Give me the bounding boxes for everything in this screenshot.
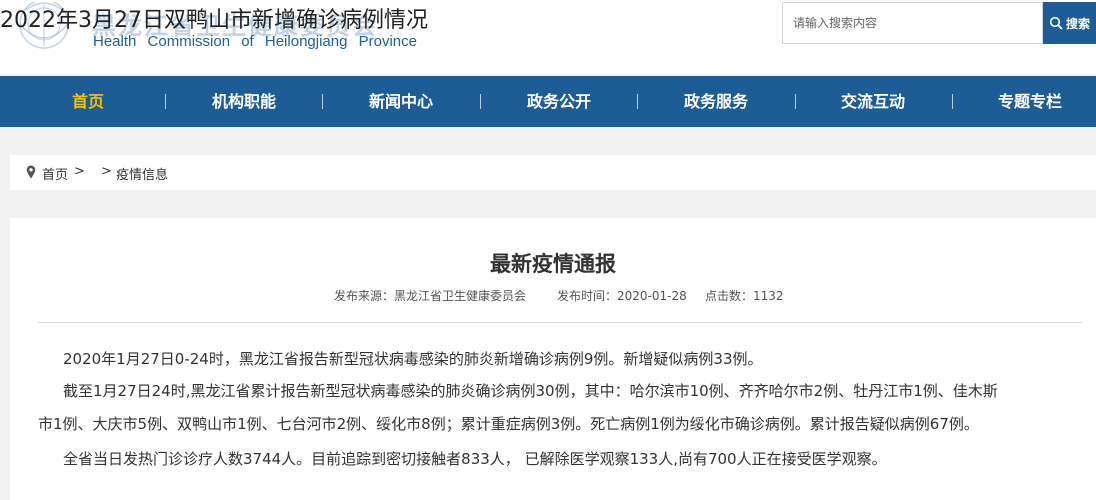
article-paragraph: 市1例、大庆市5例、双鸭山市1例、七台河市2例、绥化市8例；累计重症病例3例。死… bbox=[38, 415, 979, 433]
nav-item-interaction[interactable]: 交流互动 bbox=[841, 76, 905, 127]
article-source: 发布来源：黑龙江省卫生健康委员会 bbox=[334, 289, 527, 303]
breadcrumb-home[interactable]: 首页 bbox=[42, 164, 68, 183]
article-paragraph: 截至1月27日24时,黑龙江省累计报告新型冠状病毒感染的肺炎确诊病例30例，其中… bbox=[63, 382, 998, 400]
nav-item-home[interactable]: 首页 bbox=[72, 76, 104, 127]
nav-item-organization[interactable]: 机构职能 bbox=[212, 76, 276, 127]
article-title: 最新疫情通报 bbox=[490, 252, 616, 276]
location-pin-icon bbox=[26, 165, 36, 179]
search-button[interactable]: 搜索 bbox=[1043, 2, 1096, 44]
article-divider bbox=[38, 322, 1082, 323]
nav-separator bbox=[795, 94, 796, 109]
nav-item-news[interactable]: 新闻中心 bbox=[369, 76, 433, 127]
search-icon bbox=[1049, 16, 1063, 30]
article-click-count: 点击数：1132 bbox=[705, 289, 784, 303]
article-paragraph: 2020年1月27日0-24时，黑龙江省报告新型冠状病毒感染的肺炎新增确诊病例9… bbox=[63, 350, 763, 368]
breadcrumb-current[interactable]: 疫情信息 bbox=[116, 164, 168, 183]
logo-text-en: Health Commission of Heilongjiang Provin… bbox=[93, 33, 417, 50]
nav-item-services[interactable]: 政务服务 bbox=[684, 76, 748, 127]
overlay-title: 2022年3月27日双鸭山市新增确诊病例情况 bbox=[0, 8, 428, 33]
search-input[interactable] bbox=[782, 2, 1043, 44]
nav-separator bbox=[322, 94, 323, 109]
nav-separator bbox=[952, 94, 953, 109]
nav-item-topics[interactable]: 专题专栏 bbox=[998, 76, 1062, 127]
article: 最新疫情通报 发布来源：黑龙江省卫生健康委员会 发布时间：2020-01-28 … bbox=[10, 218, 1096, 500]
nav-separator bbox=[165, 94, 166, 109]
nav-item-public-affairs[interactable]: 政务公开 bbox=[527, 76, 591, 127]
breadcrumb: 首页 > > 疫情信息 bbox=[10, 155, 1096, 190]
breadcrumb-separator: > bbox=[101, 164, 112, 179]
breadcrumb-separator: > bbox=[74, 164, 85, 179]
article-publish-time: 发布时间：2020-01-28 bbox=[557, 289, 687, 303]
search-button-label: 搜索 bbox=[1065, 16, 1090, 31]
site-header: 黑龙江省卫生健康委员会 Health Commission of Heilong… bbox=[0, 0, 1096, 74]
nav-separator bbox=[480, 94, 481, 109]
main-nav: 首页 机构职能 新闻中心 政务公开 政务服务 交流互动 专题专栏 bbox=[0, 76, 1096, 127]
nav-separator bbox=[637, 94, 638, 109]
article-paragraph: 全省当日发热门诊诊疗人数3744人。目前追踪到密切接触者833人， 已解除医学观… bbox=[63, 450, 887, 468]
